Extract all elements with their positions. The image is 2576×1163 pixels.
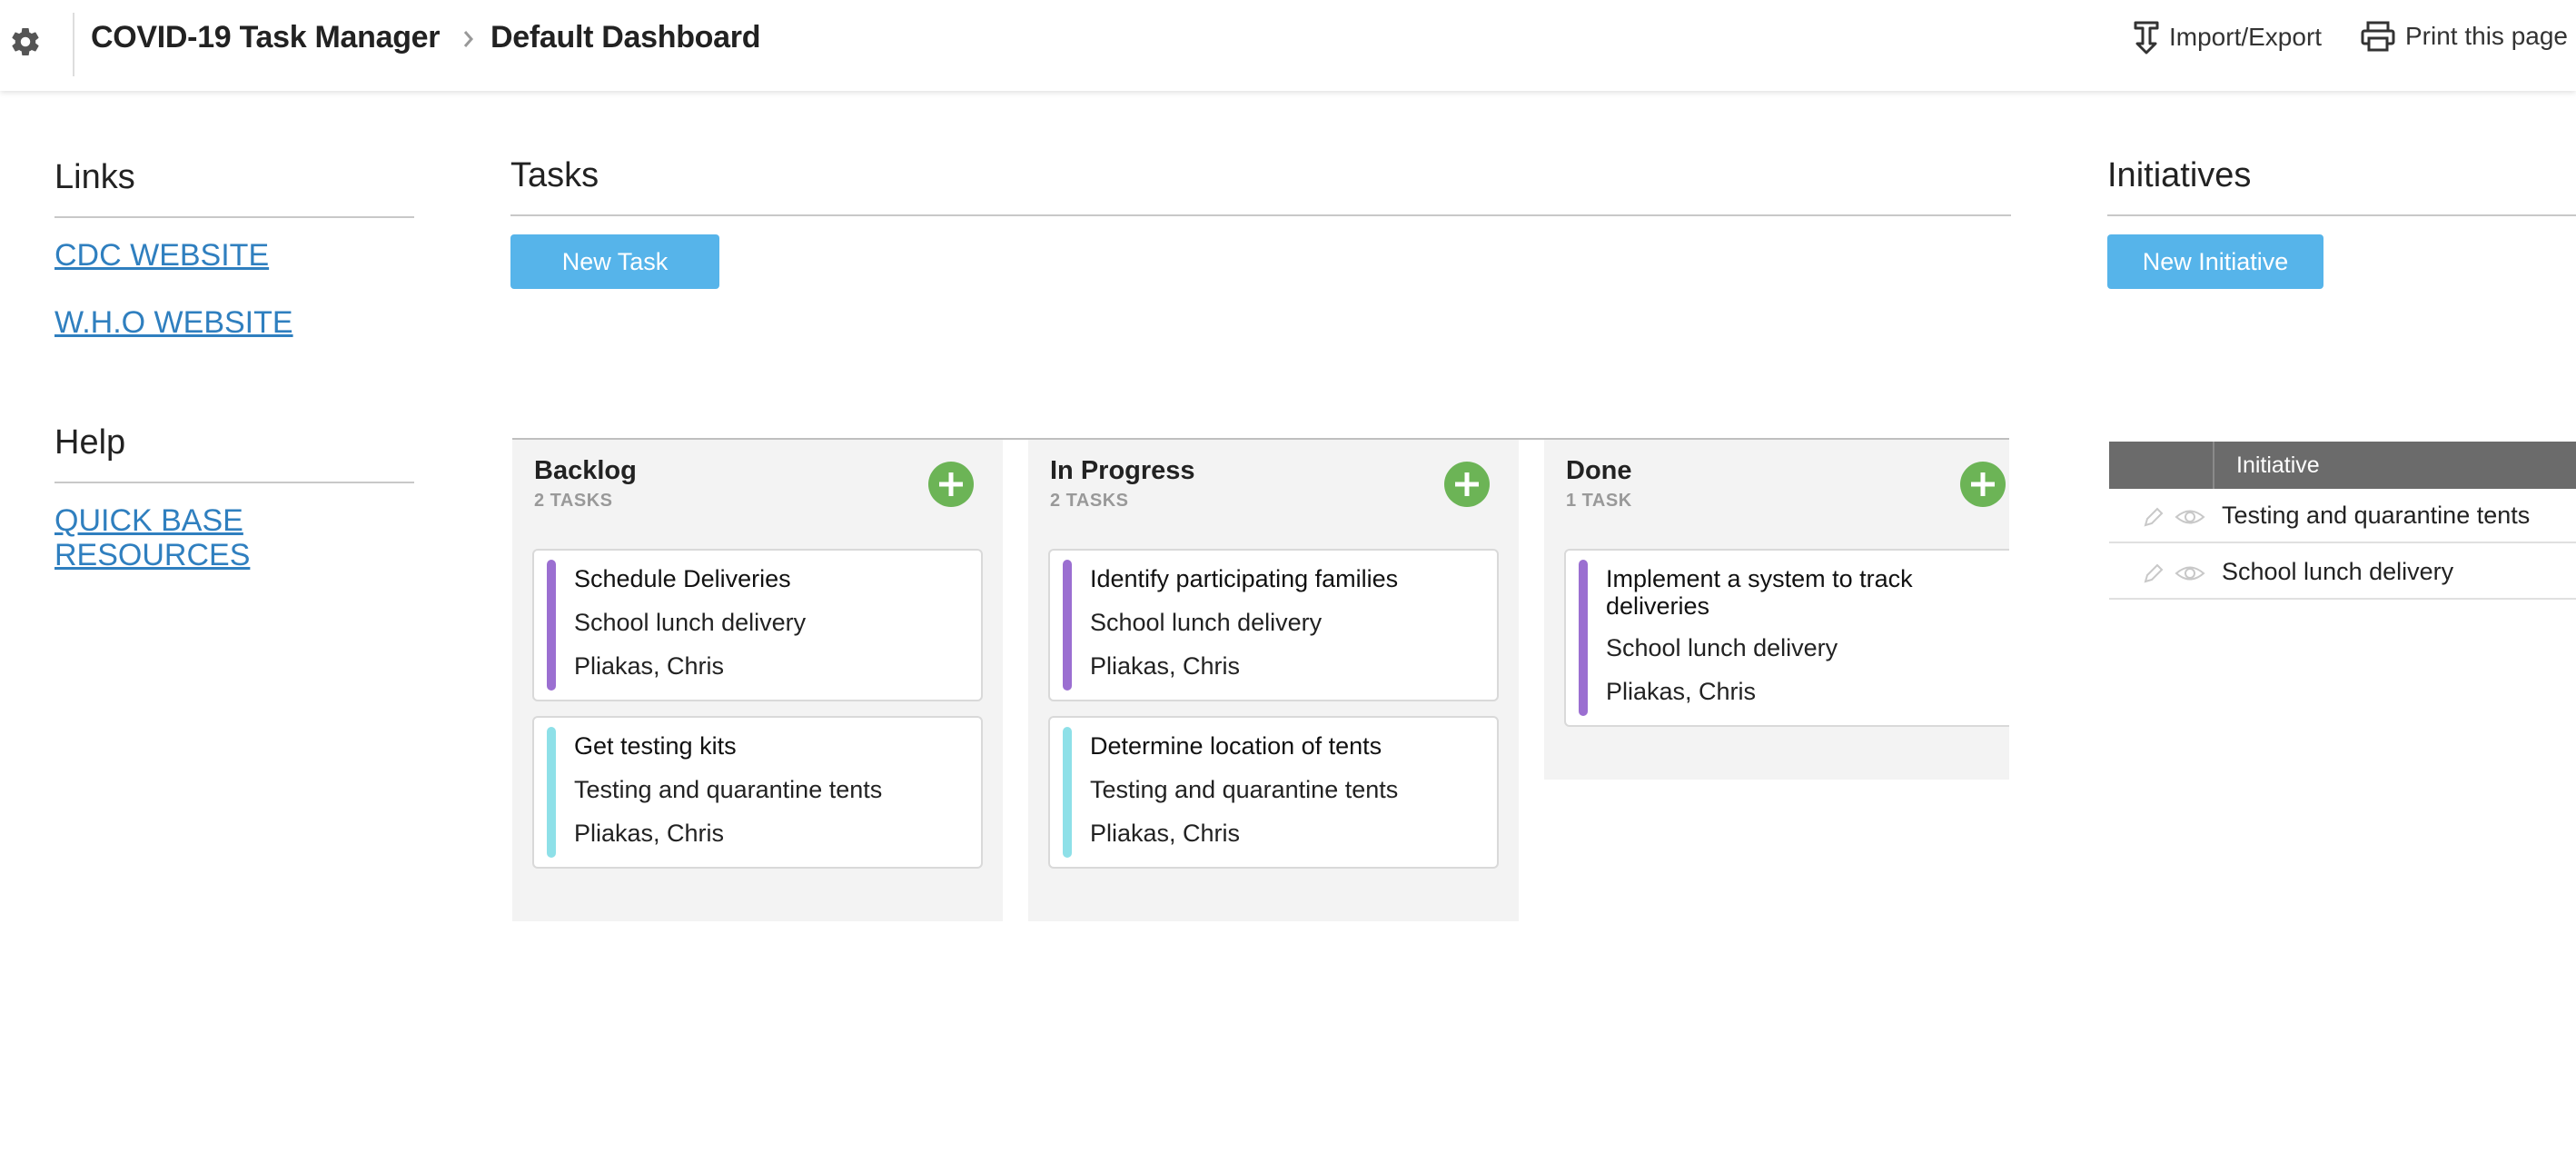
initiatives-title: Initiatives (2107, 156, 2252, 194)
kanban-column-done: Done 1 TASK Implement a system to track … (1544, 440, 2009, 780)
card-title: Implement a system to track deliveries (1606, 565, 1913, 620)
top-bar: COVID-19 Task Manager Default Dashboard … (0, 0, 2576, 91)
card-initiative: Testing and quarantine tents (574, 776, 883, 803)
eye-icon[interactable] (2175, 563, 2205, 583)
header-divider (2213, 442, 2214, 489)
card-color-bar (1063, 727, 1072, 858)
kanban-column-in-progress: In Progress 2 TASKS Identify participati… (1028, 440, 1519, 921)
chevron-right-icon (463, 31, 473, 47)
card-owner: Pliakas, Chris (1090, 652, 1241, 680)
link-who-website[interactable]: W.H.O WEBSITE (54, 305, 293, 340)
links-title: Links (54, 158, 135, 196)
print-page-label: Print this page (2405, 22, 2568, 50)
initiative-name: School lunch delivery (2222, 558, 2454, 585)
tasks-divider (510, 214, 2011, 216)
help-divider (54, 482, 414, 483)
initiatives-divider (2107, 214, 2576, 216)
task-card[interactable]: Implement a system to track deliveries S… (1564, 549, 2009, 727)
column-title: Backlog (534, 456, 637, 485)
table-row: Testing and quarantine tents (2109, 489, 2576, 543)
add-task-done-button[interactable] (1960, 462, 2006, 507)
card-title: Determine location of tents (1090, 732, 1382, 760)
card-title: Get testing kits (574, 732, 737, 760)
column-title: Done (1566, 456, 1632, 485)
initiatives-table-header: Initiative (2109, 442, 2576, 489)
card-owner: Pliakas, Chris (574, 820, 725, 847)
card-title: Schedule Deliveries (574, 565, 791, 592)
column-task-count: 2 TASKS (1050, 491, 1129, 511)
card-color-bar (1063, 560, 1072, 691)
kanban-column-backlog: Backlog 2 TASKS Schedule Deliveries Scho… (512, 440, 1003, 921)
card-color-bar (547, 560, 556, 691)
add-task-in-progress-button[interactable] (1444, 462, 1490, 507)
card-initiative: School lunch delivery (1090, 609, 1323, 636)
task-card[interactable]: Determine location of tents Testing and … (1048, 716, 1499, 869)
eye-icon[interactable] (2175, 507, 2205, 527)
new-task-button[interactable]: New Task (510, 234, 719, 289)
card-title: Identify participating families (1090, 565, 1399, 592)
add-task-backlog-button[interactable] (928, 462, 974, 507)
card-owner: Pliakas, Chris (1606, 678, 1757, 705)
link-quick-base-resources[interactable]: QUICK BASE RESOURCES (54, 503, 272, 572)
card-initiative: Testing and quarantine tents (1090, 776, 1399, 803)
task-card[interactable]: Identify participating families School l… (1048, 549, 1499, 701)
table-row: School lunch delivery (2109, 545, 2576, 600)
links-divider (54, 216, 414, 218)
card-initiative: School lunch delivery (1606, 634, 1838, 661)
column-header-initiative[interactable]: Initiative (2236, 452, 2320, 479)
card-owner: Pliakas, Chris (1090, 820, 1241, 847)
breadcrumb-app-name[interactable]: COVID-19 Task Manager (91, 20, 441, 55)
import-export-button[interactable]: Import/Export (2133, 20, 2322, 55)
column-title: In Progress (1050, 456, 1195, 485)
gear-icon[interactable] (9, 25, 42, 58)
breadcrumb-page-name: Default Dashboard (490, 20, 761, 55)
link-cdc-website[interactable]: CDC WEBSITE (54, 238, 269, 273)
help-title: Help (54, 423, 126, 462)
pencil-icon[interactable] (2142, 505, 2165, 529)
print-page-button[interactable]: Print this page (2360, 20, 2568, 53)
import-export-label: Import/Export (2169, 23, 2323, 51)
tasks-title: Tasks (510, 156, 599, 194)
import-export-icon (2134, 21, 2159, 55)
printer-icon (2361, 21, 2395, 52)
new-initiative-button[interactable]: New Initiative (2107, 234, 2323, 289)
initiative-name: Testing and quarantine tents (2222, 502, 2531, 529)
card-color-bar (1579, 560, 1588, 716)
card-color-bar (547, 727, 556, 858)
top-bar-divider (73, 13, 74, 76)
task-card[interactable]: Get testing kits Testing and quarantine … (532, 716, 983, 869)
column-task-count: 2 TASKS (534, 491, 613, 511)
card-initiative: School lunch delivery (574, 609, 807, 636)
column-task-count: 1 TASK (1566, 491, 1632, 511)
pencil-icon[interactable] (2142, 562, 2165, 585)
card-owner: Pliakas, Chris (574, 652, 725, 680)
task-card[interactable]: Schedule Deliveries School lunch deliver… (532, 549, 983, 701)
